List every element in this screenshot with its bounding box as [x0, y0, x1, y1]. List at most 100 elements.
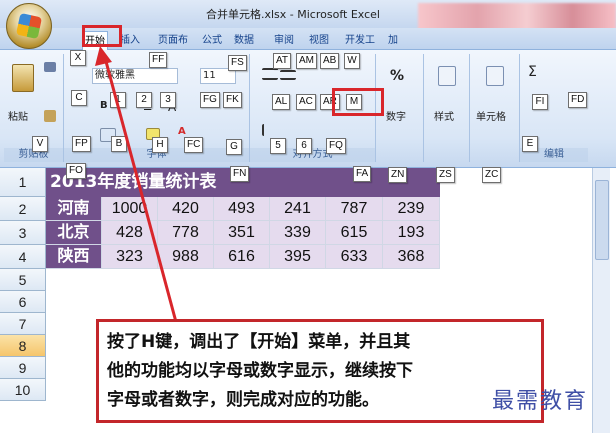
paste-icon	[12, 64, 34, 92]
keytip-6: 6	[296, 138, 312, 154]
keytip-fn: FN	[230, 166, 250, 182]
region-cell[interactable]: 河南	[46, 197, 102, 221]
keytip-2: 2	[136, 92, 152, 108]
data-cell[interactable]: 615	[326, 221, 383, 245]
styles-button[interactable]: 样式	[434, 108, 454, 123]
cut-icon[interactable]	[44, 62, 56, 72]
keytip-ff: FF	[149, 52, 168, 68]
data-cell[interactable]: 988	[158, 245, 214, 269]
paste-button[interactable]: 粘贴	[8, 108, 28, 123]
indent-icon[interactable]	[262, 124, 278, 136]
keytip-3: 3	[160, 92, 176, 108]
office-logo-icon	[15, 12, 43, 40]
keytip-ab: AB	[320, 53, 340, 69]
row-header-2[interactable]: 2	[0, 197, 46, 221]
highlight-home-tab	[82, 25, 122, 47]
data-cell[interactable]: 368	[383, 245, 440, 269]
keytip-at: AT	[273, 53, 292, 69]
keytip-al: AL	[272, 94, 291, 110]
keytip-5: 5	[270, 138, 286, 154]
window-title: 合并单元格.xlsx - Microsoft Excel	[206, 8, 380, 21]
keytip-am: AM	[296, 53, 317, 69]
font-name-box[interactable]: 微软雅黑	[92, 68, 178, 84]
row-header-7[interactable]: 7	[0, 313, 46, 335]
keytip-fk: FK	[223, 92, 242, 108]
align-top-icon[interactable]	[262, 68, 278, 80]
vertical-scrollbar[interactable]	[592, 168, 610, 433]
keytip-zs: ZS	[436, 167, 455, 183]
tab-view[interactable]: 视图	[307, 31, 331, 50]
row-header-5[interactable]: 5	[0, 269, 46, 291]
callout-line-2: 他的功能均以字母或数字显示，继续按下	[107, 361, 413, 381]
tab-page-layout[interactable]: 页面布	[156, 31, 190, 50]
row-header-3[interactable]: 3	[0, 221, 46, 245]
data-cell[interactable]: 339	[270, 221, 326, 245]
font-color-button[interactable]: A	[178, 126, 186, 137]
row-header-8-selected[interactable]: 8	[0, 335, 46, 357]
tab-addins[interactable]: 加	[386, 31, 400, 50]
format-painter-icon[interactable]	[44, 110, 56, 122]
cells-icon	[486, 66, 504, 86]
bold-button[interactable]: B	[100, 100, 108, 111]
keytip-g: G	[226, 139, 242, 155]
data-cell[interactable]: 1000	[102, 197, 158, 221]
keytip-w: W	[344, 53, 360, 69]
data-cell[interactable]: 428	[102, 221, 158, 245]
keytip-fq: FQ	[326, 138, 346, 154]
scrollbar-thumb[interactable]	[595, 180, 609, 260]
styles-icon	[438, 66, 456, 86]
keytip-fd: FD	[568, 92, 588, 108]
watermark: 最需教育	[492, 389, 589, 414]
tab-developer[interactable]: 开发工	[343, 31, 377, 50]
keytip-e: E	[522, 136, 538, 152]
keytip-fo: FO	[66, 163, 86, 179]
tab-formulas[interactable]: 公式	[200, 31, 224, 50]
region-cell[interactable]: 北京	[46, 221, 102, 245]
percent-icon[interactable]: %	[390, 68, 404, 84]
data-cell[interactable]: 787	[326, 197, 383, 221]
data-cell[interactable]: 323	[102, 245, 158, 269]
title-bar: 合并单元格.xlsx - Microsoft Excel	[0, 0, 616, 41]
number-format-button[interactable]: 数字	[386, 108, 406, 123]
keytip-c: C	[71, 90, 87, 106]
alignment-group-label: 对齐方式	[250, 148, 375, 162]
keytip-fp: FP	[72, 136, 91, 152]
highlight-m-keytip	[332, 88, 384, 116]
data-cell[interactable]: 616	[214, 245, 270, 269]
tab-data[interactable]: 数据	[232, 31, 256, 50]
keytip-fa: FA	[353, 166, 372, 182]
row-header-10[interactable]: 10	[0, 379, 46, 401]
callout-line-1: 按了H键，调出了【开始】菜单，并且其	[107, 332, 411, 352]
row-header-4[interactable]: 4	[0, 245, 46, 269]
keytip-ac: AC	[296, 94, 316, 110]
data-cell[interactable]: 778	[158, 221, 214, 245]
office-button[interactable]	[6, 3, 52, 49]
keytip-zc: ZC	[482, 167, 502, 183]
data-cell[interactable]: 395	[270, 245, 326, 269]
keytip-b: B	[111, 136, 127, 152]
data-cell[interactable]: 193	[383, 221, 440, 245]
keytip-1: 1	[110, 92, 126, 108]
keytip-x: X	[70, 50, 86, 66]
region-cell[interactable]: 陕西	[46, 245, 102, 269]
row-header-9[interactable]: 9	[0, 357, 46, 379]
keytip-fg: FG	[200, 92, 220, 108]
keytip-zn: ZN	[388, 167, 408, 183]
data-cell[interactable]: 351	[214, 221, 270, 245]
autosum-icon[interactable]: Σ	[528, 64, 537, 80]
data-cell[interactable]: 420	[158, 197, 214, 221]
keytip-fc: FC	[184, 137, 204, 153]
keytip-fs: FS	[228, 55, 247, 71]
row-header-1[interactable]: 1	[0, 168, 46, 197]
data-cell[interactable]: 241	[270, 197, 326, 221]
keytip-v: V	[32, 136, 48, 152]
row-header-6[interactable]: 6	[0, 291, 46, 313]
data-cell[interactable]: 633	[326, 245, 383, 269]
data-cell[interactable]: 493	[214, 197, 270, 221]
cells-group: 单元格	[470, 54, 520, 162]
align-middle-icon[interactable]	[280, 70, 296, 80]
annotation-callout: 按了H键，调出了【开始】菜单，并且其 他的功能均以字母或数字显示，继续按下 字母…	[96, 319, 544, 423]
cells-button[interactable]: 单元格	[476, 108, 506, 123]
data-cell[interactable]: 239	[383, 197, 440, 221]
tab-review[interactable]: 审阅	[272, 31, 296, 50]
